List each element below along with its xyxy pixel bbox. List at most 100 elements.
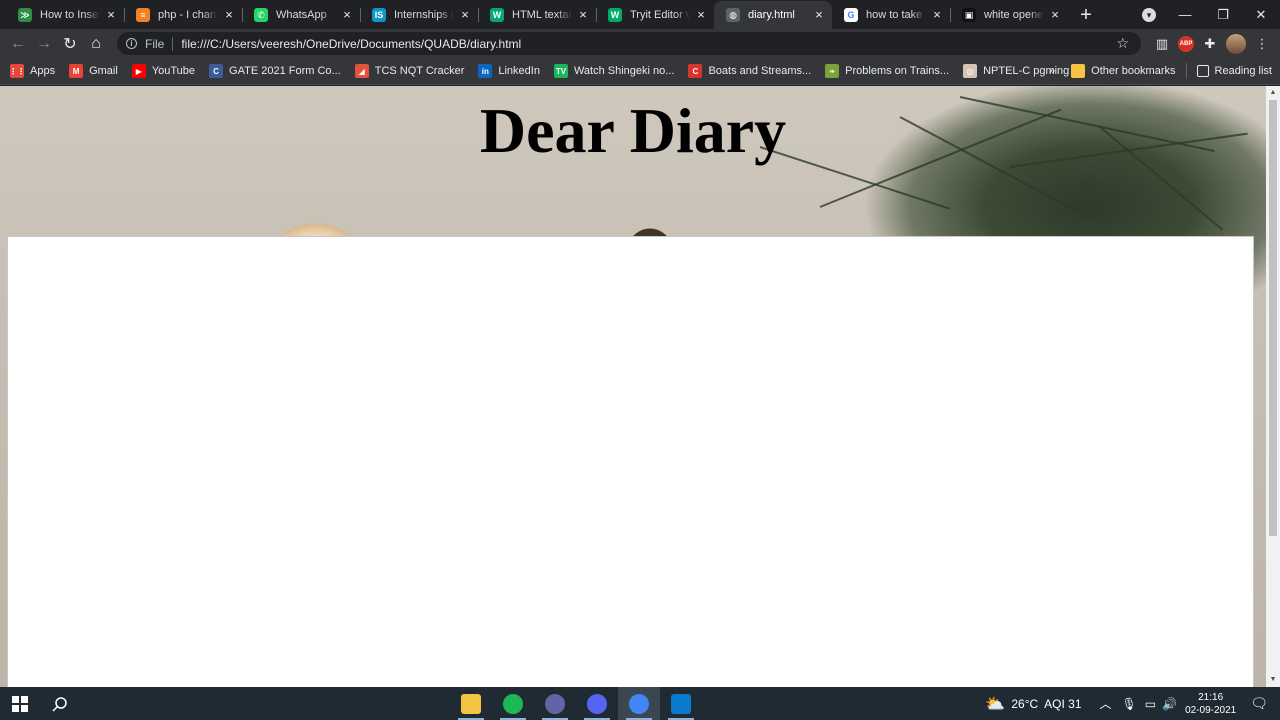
bookmark-label: GATE 2021 Form Co...: [229, 65, 341, 77]
bookmark-1[interactable]: M Gmail: [69, 64, 118, 78]
battery-icon[interactable]: ▭: [1145, 697, 1156, 711]
search-icon[interactable]: [40, 687, 80, 720]
tab-7[interactable]: Ghow to take in ×: [832, 1, 950, 29]
tab-close-icon[interactable]: ×: [1048, 8, 1062, 22]
tray-chevron-up-icon[interactable]: ︿: [1100, 695, 1112, 712]
tab-close-icon[interactable]: ×: [458, 8, 472, 22]
clock-date: 02-09-2021: [1185, 704, 1237, 716]
tab-close-icon[interactable]: ×: [694, 8, 708, 22]
page-scrollbar[interactable]: ▲ ▼: [1266, 86, 1280, 687]
weather-aqi[interactable]: AQI 31: [1044, 697, 1081, 711]
tab-close-icon[interactable]: ×: [812, 8, 826, 22]
tab-3[interactable]: IS Internships | S ×: [360, 1, 478, 29]
taskbar-clock[interactable]: 21:16 02-09-2021: [1185, 691, 1236, 717]
diary-textarea[interactable]: [7, 236, 1254, 687]
profile-avatar[interactable]: [1226, 33, 1246, 54]
stackoverflow-icon: ≡: [136, 8, 150, 22]
tab-close-icon[interactable]: ×: [930, 8, 944, 22]
gate-icon: C: [209, 64, 224, 78]
restore-icon[interactable]: ❐: [1204, 0, 1242, 29]
other-bookmarks[interactable]: Other bookmarks: [1071, 64, 1176, 78]
window-controls: — ❐ ✕: [1166, 0, 1280, 29]
tab-search-icon[interactable]: ▾: [1142, 8, 1156, 22]
new-tab-button[interactable]: +: [1072, 1, 1100, 29]
chrome-icon[interactable]: [618, 687, 660, 720]
address-url[interactable]: file:///C:/Users/veeresh/OneDrive/Docume…: [181, 37, 521, 51]
tab-1[interactable]: ≡ php - I change ×: [124, 1, 242, 29]
tab-2[interactable]: ✆ WhatsApp ×: [242, 1, 360, 29]
w3schools-icon: W: [490, 8, 504, 22]
bookmarks-bar: ⋮⋮ Apps M Gmail ▶ YouTube C GATE 2021 Form Co..…: [0, 58, 1280, 85]
discord-icon-glyph: [587, 693, 607, 714]
volume-icon[interactable]: 🔊: [1162, 697, 1177, 711]
tab-0[interactable]: ≫ How to Insert ×: [6, 1, 124, 29]
vscode-icon-glyph: [671, 693, 691, 714]
minimize-icon[interactable]: —: [1166, 0, 1204, 29]
internshala-icon: IS: [372, 8, 386, 22]
clock-time: 21:16: [1198, 691, 1224, 703]
reading-list[interactable]: Reading list: [1196, 65, 1272, 77]
adblock-plus-icon[interactable]: ABP: [1178, 35, 1194, 52]
youtube-icon: ▶: [131, 64, 146, 78]
tab-close-icon[interactable]: ×: [104, 8, 118, 22]
bookmark-3[interactable]: C GATE 2021 Form Co...: [209, 64, 341, 78]
spotify-icon[interactable]: [492, 687, 534, 720]
close-window-icon[interactable]: ✕: [1242, 0, 1280, 29]
bookmark-0[interactable]: ⋮⋮ Apps: [9, 64, 55, 78]
file-explorer-icon-glyph: [461, 693, 481, 714]
bookmarks-overflow-chevron[interactable]: »: [1049, 65, 1055, 77]
home-icon[interactable]: ⌂: [83, 31, 109, 57]
tab-title: WhatsApp: [276, 9, 327, 21]
tab-4[interactable]: W HTML textarea ×: [478, 1, 596, 29]
reading-mode-icon[interactable]: ▥: [1150, 32, 1174, 56]
tab-title: diary.html: [748, 9, 795, 21]
bookmark-label: TCS NQT Cracker: [374, 65, 465, 77]
page-viewport: Dear Diary: [0, 86, 1266, 687]
menu-kebab-icon[interactable]: ⋮: [1250, 32, 1274, 56]
weather-cloud-sun-icon[interactable]: ⛅: [985, 694, 1005, 714]
tab-title: Internships | S: [394, 9, 454, 21]
tab-8[interactable]: ▣ white opened ×: [950, 1, 1068, 29]
address-scheme: File: [145, 36, 165, 51]
scrollbar-thumb[interactable]: [1269, 100, 1277, 536]
tab-close-icon[interactable]: ×: [340, 8, 354, 22]
extensions-puzzle-icon[interactable]: ✚: [1198, 32, 1222, 56]
tab-6[interactable]: ◍ diary.html ×: [714, 1, 832, 29]
bookmark-label: YouTube: [151, 65, 196, 77]
reload-icon[interactable]: ↻: [57, 31, 83, 57]
microphone-icon[interactable]: 🎙: [1122, 697, 1137, 711]
teams-icon[interactable]: [534, 687, 576, 720]
scroll-down-arrow-icon[interactable]: ▼: [1266, 673, 1280, 687]
tab-5[interactable]: W Tryit Editor v3 ×: [596, 1, 714, 29]
folder-icon: [1071, 64, 1086, 78]
discord-icon[interactable]: [576, 687, 618, 720]
forward-arrow-icon[interactable]: →: [31, 31, 57, 57]
chrome-icon-glyph: [629, 693, 649, 714]
nptel-icon: ◎: [963, 64, 978, 78]
notifications-icon[interactable]: 🗨: [1250, 695, 1268, 712]
bookmark-2[interactable]: ▶ YouTube: [131, 64, 196, 78]
file-explorer-icon[interactable]: [450, 687, 492, 720]
vscode-icon[interactable]: [660, 687, 702, 720]
address-bar[interactable]: i File file:///C:/Users/veeresh/OneDrive…: [117, 32, 1141, 55]
bookmark-7[interactable]: C Boats and Streams...: [688, 64, 811, 78]
unsplash-icon: ▣: [962, 8, 976, 22]
tab-title: Tryit Editor v3: [630, 9, 690, 21]
weather-temperature[interactable]: 26°C: [1011, 697, 1038, 711]
bookmark-8[interactable]: ❧ Problems on Trains...: [825, 64, 949, 78]
bookmark-4[interactable]: ◢ TCS NQT Cracker: [354, 64, 465, 78]
windows-start-icon[interactable]: [0, 687, 40, 720]
tab-close-icon[interactable]: ×: [576, 8, 590, 22]
tab-close-icon[interactable]: ×: [222, 8, 236, 22]
bookmark-6[interactable]: TV Watch Shingeki no...: [553, 64, 674, 78]
site-info-icon[interactable]: i: [126, 38, 137, 49]
back-arrow-icon[interactable]: ←: [5, 31, 31, 57]
bookmark-star-icon[interactable]: ☆: [1116, 35, 1129, 52]
scroll-up-arrow-icon[interactable]: ▲: [1266, 86, 1280, 100]
spotify-icon-glyph: [503, 693, 523, 714]
apps-grid-icon: ⋮⋮: [9, 64, 25, 78]
gfg-icon: ≫: [18, 8, 32, 22]
bookmark-5[interactable]: in LinkedIn: [478, 64, 540, 78]
w3schools-icon: W: [608, 8, 622, 22]
tab-title: How to Insert: [40, 9, 100, 21]
